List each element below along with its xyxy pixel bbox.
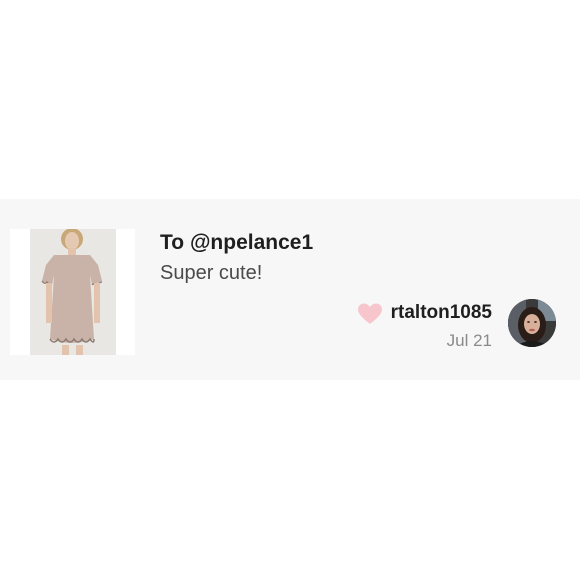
heart-icon[interactable] bbox=[357, 302, 383, 326]
to-prefix: To bbox=[160, 231, 190, 254]
comment-card: To @npelance1 Super cute! rtalton1085 Ju… bbox=[0, 199, 580, 380]
mention-link[interactable]: @npelance1 bbox=[190, 231, 313, 254]
comment-text: Super cute! bbox=[160, 262, 263, 284]
comment-date: Jul 21 bbox=[446, 331, 492, 350]
author-avatar[interactable] bbox=[508, 299, 556, 347]
author-username[interactable]: rtalton1085 bbox=[391, 302, 492, 324]
dress-photo bbox=[10, 229, 135, 355]
product-thumbnail[interactable] bbox=[10, 229, 135, 355]
page: To @npelance1 Super cute! rtalton1085 Ju… bbox=[0, 0, 580, 580]
avatar-photo bbox=[508, 299, 556, 347]
comment-recipient: To @npelance1 bbox=[160, 231, 313, 255]
